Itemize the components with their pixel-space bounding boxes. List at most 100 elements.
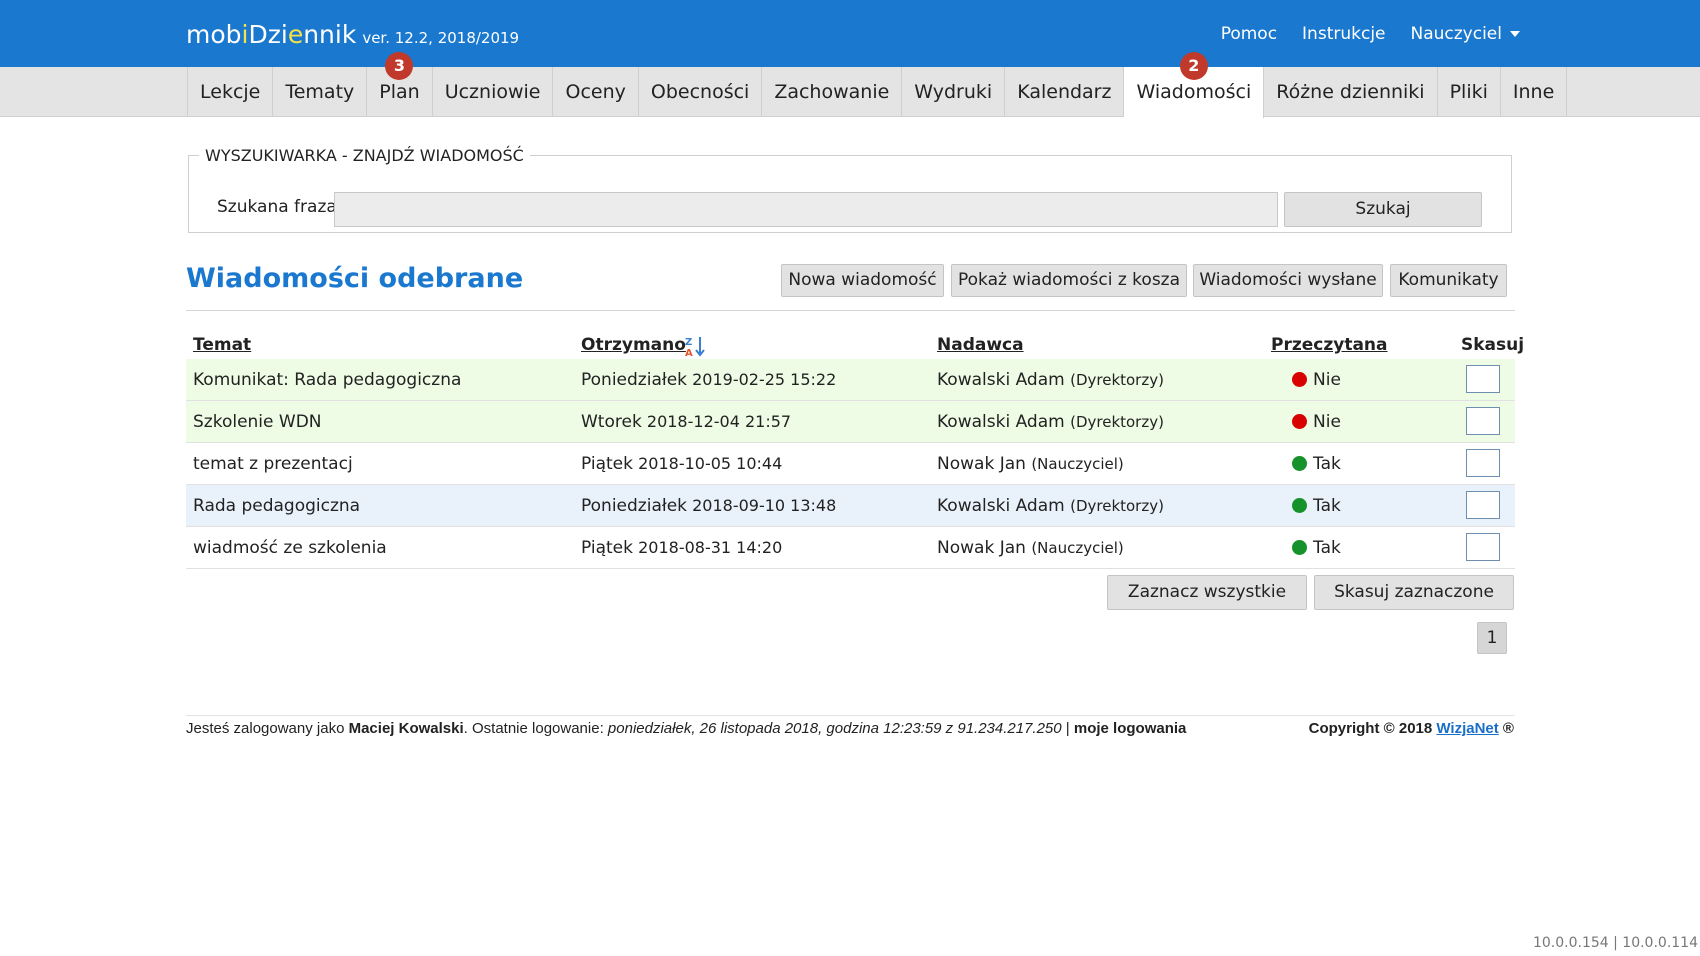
footer-divider (186, 715, 1515, 716)
pagination-page-1[interactable]: 1 (1477, 622, 1507, 654)
tab-tematy[interactable]: Tematy (273, 67, 368, 117)
tab-label: Wiadomości (1136, 81, 1252, 103)
new-message-button[interactable]: Nowa wiadomość (781, 264, 944, 297)
tab-label: Inne (1512, 81, 1555, 103)
message-sender: Nowak Jan (Nauczyciel) (937, 454, 1124, 474)
table-row[interactable]: wiadmość ze szkolenia Piątek 2018-08-31 1… (186, 527, 1515, 569)
column-sender[interactable]: Nadawca (937, 335, 1024, 355)
main-navigation: Lekcje Tematy Plan 3 Uczniowie Oceny Obecności… (0, 52, 1700, 118)
tab-label: Różne dzienniki (1276, 81, 1425, 103)
tab-label: Kalendarz (1017, 81, 1112, 103)
read-status: Tak (1292, 527, 1341, 569)
notices-button[interactable]: Komunikaty (1390, 264, 1507, 297)
status-dot-icon (1292, 456, 1307, 471)
column-subject[interactable]: Temat (193, 335, 251, 355)
status-dot-icon (1292, 498, 1307, 513)
search-legend: WYSZUKIWARKA - ZNAJDŹ WIADOMOŚĆ (205, 146, 524, 165)
divider (186, 310, 1515, 311)
message-sender: Nowak Jan (Nauczyciel) (937, 538, 1124, 558)
delete-checkbox[interactable] (1466, 365, 1500, 393)
last-login: poniedziałek, 26 listopada 2018, godzina… (607, 720, 1062, 737)
tab-label: Lekcje (200, 81, 261, 103)
tab-label: Zachowanie (774, 81, 890, 103)
column-delete: Skasuj (1461, 335, 1525, 355)
tab-różne-dzienniki[interactable]: Różne dzienniki (1264, 67, 1438, 117)
delete-checkbox[interactable] (1466, 533, 1500, 561)
tab-obecności[interactable]: Obecności (639, 67, 763, 117)
message-received: Wtorek 2018-12-04 21:57 (581, 412, 792, 432)
tab-inne[interactable]: Inne (1501, 67, 1568, 117)
table-row[interactable]: Komunikat: Rada pedagogiczna Poniedziałek… (186, 359, 1515, 401)
delete-checkbox[interactable] (1466, 407, 1500, 435)
column-received[interactable]: Otrzymano (581, 335, 686, 355)
help-link[interactable]: Pomoc (1221, 24, 1277, 44)
message-received: Piątek 2018-08-31 14:20 (581, 538, 783, 558)
tab-label: Oceny (565, 81, 626, 103)
top-header-bar: mobiDziennik ver. 12.2, 2018/2019 Pomoc I… (0, 0, 1700, 67)
table-row[interactable]: Rada pedagogiczna Poniedziałek 2018-09-10… (186, 485, 1515, 527)
table-row[interactable]: Szkolenie WDN Wtorek 2018-12-04 21:57 Kowa… (186, 401, 1515, 443)
page-title: Wiadomości odebrane (186, 263, 524, 294)
read-status: Tak (1292, 443, 1341, 485)
notification-badge: 3 (385, 52, 414, 80)
tab-zachowanie[interactable]: Zachowanie (762, 67, 903, 117)
delete-checkbox[interactable] (1466, 449, 1500, 477)
login-info: Jesteś zalogowany jako Maciej Kowalski. … (186, 720, 1187, 737)
sort-icon[interactable]: Z A (684, 335, 706, 357)
show-trash-button[interactable]: Pokaż wiadomości z kosza (951, 264, 1187, 297)
tab-label: Wydruki (914, 81, 993, 103)
read-status: Tak (1292, 485, 1341, 527)
svg-text:Z: Z (685, 337, 692, 348)
search-input[interactable] (334, 192, 1278, 227)
search-label: Szukana fraza (217, 197, 337, 217)
read-status: Nie (1292, 401, 1341, 443)
company-link[interactable]: WizjaNet (1436, 720, 1498, 737)
message-sender: Kowalski Adam (Dyrektorzy) (937, 370, 1164, 390)
message-subject[interactable]: Szkolenie WDN (193, 401, 322, 443)
sent-messages-button[interactable]: Wiadomości wysłane (1193, 264, 1383, 297)
status-dot-icon (1292, 540, 1307, 555)
server-ip: 10.0.0.154 | 10.0.0.114 (1532, 935, 1698, 951)
column-read[interactable]: Przeczytana (1271, 335, 1388, 355)
message-subject[interactable]: temat z prezentacj (193, 443, 353, 485)
tab-wydruki[interactable]: Wydruki (902, 67, 1006, 117)
message-received: Poniedziałek 2018-09-10 13:48 (581, 496, 837, 516)
message-received: Poniedziałek 2019-02-25 15:22 (581, 370, 837, 390)
status-dot-icon (1292, 372, 1307, 387)
app-logo[interactable]: mobiDziennik ver. 12.2, 2018/2019 (186, 20, 519, 49)
message-sender: Kowalski Adam (Dyrektorzy) (937, 412, 1164, 432)
tab-plan[interactable]: Plan 3 (367, 52, 433, 117)
message-subject[interactable]: Komunikat: Rada pedagogiczna (193, 359, 461, 401)
delete-selected-button[interactable]: Skasuj zaznaczone (1314, 575, 1514, 610)
tab-kalendarz[interactable]: Kalendarz (1005, 67, 1125, 117)
caret-down-icon (1510, 31, 1520, 37)
tab-label: Plan (379, 81, 420, 103)
tab-label: Uczniowie (444, 81, 541, 103)
instructions-link[interactable]: Instrukcje (1302, 24, 1385, 44)
tab-lekcje[interactable]: Lekcje (187, 67, 274, 117)
table-row[interactable]: temat z prezentacj Piątek 2018-10-05 10:4… (186, 443, 1515, 485)
messages-table-header: Temat Otrzymano Z A Nadawca Przeczytana … (186, 335, 1524, 359)
user-role-menu[interactable]: Nauczyciel (1411, 24, 1520, 44)
tab-oceny[interactable]: Oceny (553, 67, 639, 117)
messages-table-body: Komunikat: Rada pedagogiczna Poniedziałek… (186, 359, 1515, 569)
tab-wiadomości[interactable]: Wiadomości 2 (1124, 52, 1265, 118)
svg-text:A: A (685, 348, 693, 357)
delete-checkbox[interactable] (1466, 491, 1500, 519)
version-label: ver. 12.2, 2018/2019 (362, 29, 520, 47)
message-received: Piątek 2018-10-05 10:44 (581, 454, 783, 474)
message-subject[interactable]: Rada pedagogiczna (193, 485, 360, 527)
message-subject[interactable]: wiadmość ze szkolenia (193, 527, 387, 569)
tab-uczniowie[interactable]: Uczniowie (433, 67, 554, 117)
copyright: Copyright © 2018 WizjaNet ® (1308, 720, 1514, 737)
search-button[interactable]: Szukaj (1284, 192, 1482, 227)
read-status: Nie (1292, 359, 1341, 401)
top-links: Pomoc Instrukcje Nauczyciel (1221, 24, 1520, 44)
my-logins-link[interactable]: moje logowania (1074, 720, 1187, 737)
tab-pliki[interactable]: Pliki (1438, 67, 1501, 117)
select-all-button[interactable]: Zaznacz wszystkie (1107, 575, 1307, 610)
user-name: Maciej Kowalski (348, 720, 464, 737)
message-sender: Kowalski Adam (Dyrektorzy) (937, 496, 1164, 516)
message-search: WYSZUKIWARKA - ZNAJDŹ WIADOMOŚĆ Szukana … (188, 146, 1512, 233)
tab-label: Pliki (1449, 81, 1488, 103)
